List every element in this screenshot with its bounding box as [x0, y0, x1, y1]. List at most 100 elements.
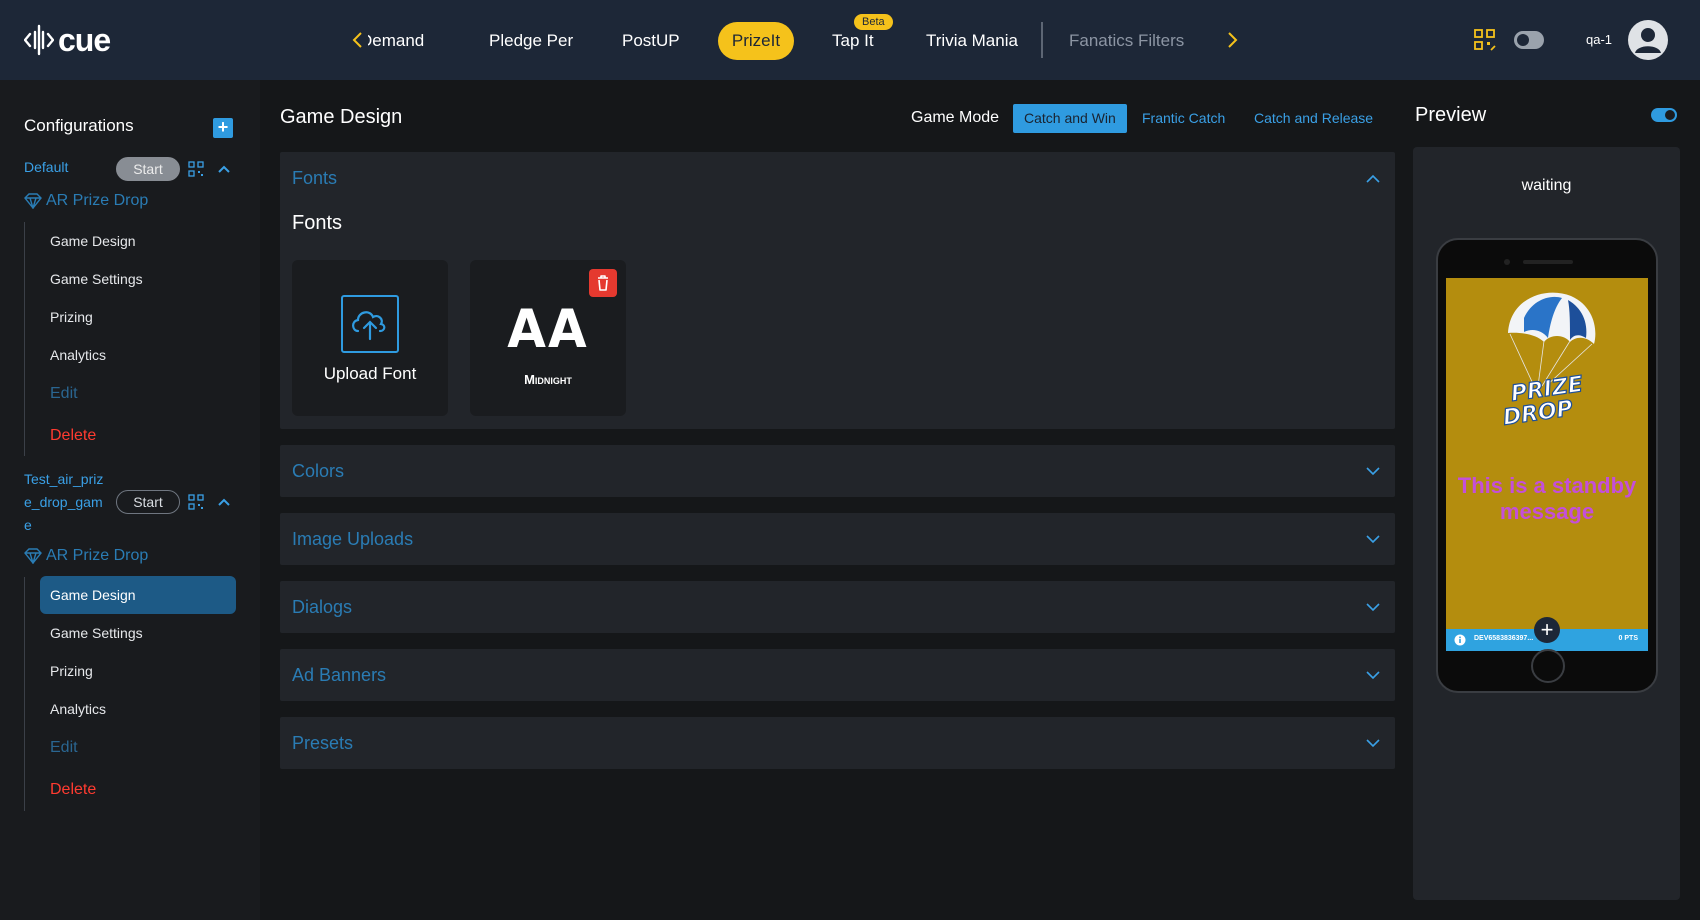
dialogs-panel[interactable]: Dialogs — [280, 581, 1395, 633]
upload-box — [341, 295, 399, 353]
preview-toggle[interactable] — [1651, 108, 1677, 122]
top-navigation-bar: cue Demand Pledge Per PostUP PrizeIt Tap… — [0, 0, 1700, 80]
config-name-line[interactable]: e_drop_gam — [24, 491, 103, 514]
config-type-label: AR Prize Drop — [46, 547, 149, 564]
sidebar-item-analytics[interactable]: Analytics — [40, 336, 236, 374]
qr-code-icon[interactable] — [188, 494, 204, 510]
preview-panel: waiting PRIZE DROP This is a standby mes… — [1413, 147, 1680, 900]
chevron-down-icon[interactable] — [1365, 738, 1381, 748]
theme-toggle[interactable] — [1514, 31, 1544, 49]
configurations-title: Configurations — [24, 116, 134, 135]
presets-panel[interactable]: Presets — [280, 717, 1395, 769]
soundwave-logo-icon — [24, 24, 54, 56]
nav-scroll-right-button[interactable] — [1220, 28, 1244, 52]
sidebar-item-game-design[interactable]: Game Design — [40, 576, 236, 614]
tree-line — [24, 577, 25, 811]
logo-text: cue — [58, 21, 111, 58]
add-button[interactable]: + — [1534, 617, 1560, 643]
tree-line — [24, 222, 25, 456]
font-name: Midnight — [524, 372, 572, 387]
start-button[interactable]: Start — [116, 157, 180, 181]
fonts-panel-header[interactable]: Fonts — [292, 168, 337, 189]
beta-badge: Beta — [854, 14, 893, 30]
tab-pledge-per[interactable]: Pledge Per — [475, 22, 587, 60]
ad-banners-panel[interactable]: Ad Banners — [280, 649, 1395, 701]
sidebar-item-edit[interactable]: Edit — [40, 375, 236, 413]
dialogs-panel-header[interactable]: Dialogs — [292, 597, 352, 618]
tab-trivia-mania[interactable]: Trivia Mania — [912, 22, 1032, 60]
avatar[interactable] — [1628, 20, 1668, 60]
tab-postup[interactable]: PostUP — [608, 22, 694, 60]
phone-speaker — [1523, 260, 1573, 264]
upload-font-card[interactable]: Upload Font — [292, 260, 448, 416]
sidebar-item-delete[interactable]: Delete — [40, 771, 236, 809]
sidebar-item-edit[interactable]: Edit — [40, 729, 236, 767]
delete-font-button[interactable] — [589, 269, 617, 297]
chevron-down-icon[interactable] — [1365, 466, 1381, 476]
game-mode-label: Game Mode — [911, 109, 1000, 126]
config-name-line[interactable]: e — [24, 514, 32, 537]
chevron-down-icon[interactable] — [1365, 670, 1381, 680]
ad-banners-panel-header[interactable]: Ad Banners — [292, 665, 386, 686]
standby-message: This is a standby message — [1457, 473, 1637, 524]
config-name-line[interactable]: Test_air_priz — [24, 468, 103, 491]
presets-panel-header[interactable]: Presets — [292, 733, 353, 754]
phone-home-button — [1531, 649, 1565, 683]
nav-divider — [1041, 22, 1043, 58]
preview-status: waiting — [1521, 177, 1572, 194]
font-card-midnight[interactable]: AA Midnight — [470, 260, 626, 416]
diamond-icon — [24, 193, 42, 209]
sidebar-item-prizing[interactable]: Prizing — [40, 652, 236, 690]
prize-drop-logo: PRIZE DROP — [1501, 292, 1596, 428]
upload-font-label: Upload Font — [323, 364, 417, 383]
sidebar-item-game-design[interactable]: Game Design — [40, 222, 236, 260]
info-icon — [1454, 634, 1466, 646]
preview-title: Preview — [1415, 104, 1487, 126]
chevron-down-icon[interactable] — [1365, 534, 1381, 544]
trash-icon — [598, 275, 608, 291]
game-mode-catch-and-release[interactable]: Catch and Release — [1243, 104, 1384, 133]
tab-fanatics-filters[interactable]: Fanatics Filters — [1055, 22, 1198, 60]
fonts-subtitle: Fonts — [292, 212, 343, 234]
player-points: 0 PTS — [1618, 635, 1638, 642]
game-mode-catch-and-win[interactable]: Catch and Win — [1013, 104, 1127, 133]
sidebar-item-delete[interactable]: Delete — [40, 417, 236, 455]
diamond-icon — [24, 548, 42, 564]
cue-logo[interactable]: cue — [24, 21, 111, 58]
chevron-up-icon[interactable] — [1365, 174, 1381, 184]
config-type-row: AR Prize Drop — [24, 192, 148, 210]
chevron-up-icon[interactable] — [217, 497, 231, 507]
chevron-down-icon[interactable] — [1365, 602, 1381, 612]
qr-code-icon[interactable] — [1474, 29, 1496, 51]
tab-demand[interactable]: Demand — [368, 22, 440, 60]
sidebar-item-game-settings[interactable]: Game Settings — [40, 260, 236, 298]
fonts-panel: Fonts Fonts Upload Font AA Midnight — [280, 152, 1395, 429]
qr-code-icon[interactable] — [188, 161, 204, 177]
player-id: DEV6583836397... — [1474, 635, 1534, 642]
start-button[interactable]: Start — [116, 490, 180, 514]
image-uploads-panel-header[interactable]: Image Uploads — [292, 529, 413, 550]
page-title: Game Design — [280, 106, 403, 128]
tab-prizeit[interactable]: PrizeIt — [718, 22, 794, 60]
config-type-label: AR Prize Drop — [46, 192, 149, 209]
chevron-up-icon[interactable] — [217, 164, 231, 174]
colors-panel-header[interactable]: Colors — [292, 461, 344, 482]
font-preview-glyphs: AA — [507, 298, 589, 360]
image-uploads-panel[interactable]: Image Uploads — [280, 513, 1395, 565]
user-name[interactable]: qa-1 — [1586, 32, 1612, 47]
colors-panel[interactable]: Colors — [280, 445, 1395, 497]
sidebar-item-prizing[interactable]: Prizing — [40, 298, 236, 336]
phone-screen: PRIZE DROP This is a standby message DEV… — [1446, 278, 1648, 651]
add-configuration-button[interactable]: + — [213, 118, 233, 138]
chevron-left-icon — [352, 32, 362, 48]
chevron-right-icon — [1228, 32, 1238, 48]
user-avatar-icon — [1635, 28, 1661, 53]
cloud-upload-icon — [352, 311, 386, 341]
sidebar-item-analytics[interactable]: Analytics — [40, 690, 236, 728]
game-mode-frantic-catch[interactable]: Frantic Catch — [1131, 104, 1236, 133]
phone-mockup: PRIZE DROP This is a standby message DEV… — [1436, 238, 1658, 693]
config-name-default[interactable]: Default — [24, 156, 68, 179]
nav-scroll-left-button[interactable] — [346, 28, 370, 52]
sidebar-item-game-settings[interactable]: Game Settings — [40, 614, 236, 652]
phone-camera — [1504, 259, 1510, 265]
